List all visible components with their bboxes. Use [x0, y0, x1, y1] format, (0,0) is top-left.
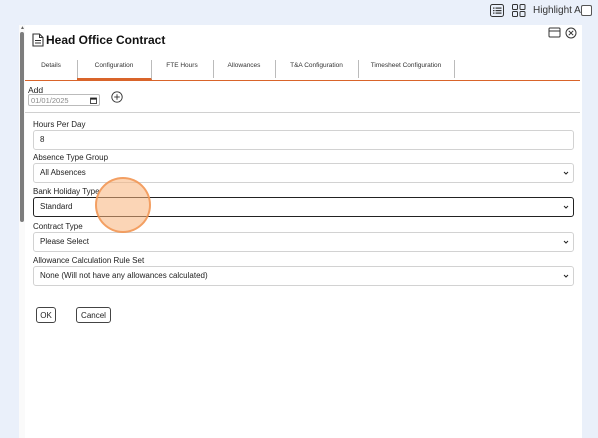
absence-type-group-value: All Absences: [40, 168, 86, 177]
highlight-all-checkbox[interactable]: [581, 5, 592, 16]
chevron-down-icon: [563, 240, 569, 244]
scroll-up-arrow-icon[interactable]: ▲: [20, 26, 25, 31]
chevron-down-icon: [563, 274, 569, 278]
cancel-button[interactable]: Cancel: [76, 307, 111, 323]
chevron-down-icon: [563, 171, 569, 175]
tab-fte-hours[interactable]: FTE Hours: [151, 60, 214, 78]
tab-allowances[interactable]: Allowances: [213, 60, 276, 78]
scrollbar[interactable]: ▲: [19, 25, 25, 438]
contract-type-select[interactable]: Please Select: [33, 232, 574, 252]
tab-bar: Details Configuration FTE Hours Allowanc…: [25, 60, 580, 81]
tab-ta-configuration[interactable]: T&A Configuration: [275, 60, 359, 78]
chevron-down-icon: [563, 205, 569, 209]
contract-dialog: ▲ Head Office Contract Details Configura…: [19, 25, 582, 438]
window-buttons: [548, 27, 577, 39]
absence-type-group-label: Absence Type Group: [33, 153, 109, 162]
tab-underline: [25, 80, 580, 81]
grid-view-icon[interactable]: [512, 4, 526, 17]
highlight-all-label: Highlight All: [533, 5, 586, 16]
section-divider: [25, 112, 580, 113]
hours-per-day-label: Hours Per Day: [33, 120, 86, 129]
allowance-rule-set-label: Allowance Calculation Rule Set: [33, 256, 145, 265]
contract-type-value: Please Select: [40, 237, 89, 246]
ok-button[interactable]: OK: [36, 307, 56, 323]
tab-details[interactable]: Details: [25, 60, 78, 78]
add-date-value: 01/01/2025: [31, 96, 69, 105]
scrollbar-thumb[interactable]: [20, 32, 24, 222]
hours-per-day-input[interactable]: 8: [33, 130, 574, 150]
document-icon: [32, 33, 44, 47]
hours-per-day-value: 8: [40, 135, 45, 144]
top-toolbar: Highlight All: [0, 0, 598, 24]
tab-timesheet-configuration[interactable]: Timesheet Configuration: [358, 60, 455, 78]
click-indicator: [95, 177, 151, 233]
bank-holiday-type-value: Standard: [40, 202, 73, 211]
allowance-rule-set-select[interactable]: None (Will not have any allowances calcu…: [33, 266, 574, 286]
add-plus-icon[interactable]: [111, 91, 123, 103]
bank-holiday-type-label: Bank Holiday Type: [33, 187, 100, 196]
add-date-input[interactable]: 01/01/2025: [28, 94, 100, 106]
close-icon[interactable]: [565, 27, 577, 39]
dialog-title: Head Office Contract: [46, 33, 166, 47]
allowance-rule-set-value: None (Will not have any allowances calcu…: [40, 271, 208, 280]
calendar-icon[interactable]: [90, 97, 97, 104]
restore-icon[interactable]: [548, 27, 561, 38]
contract-type-label: Contract Type: [33, 222, 83, 231]
tab-configuration[interactable]: Configuration: [77, 60, 152, 80]
list-view-icon[interactable]: [490, 4, 504, 17]
